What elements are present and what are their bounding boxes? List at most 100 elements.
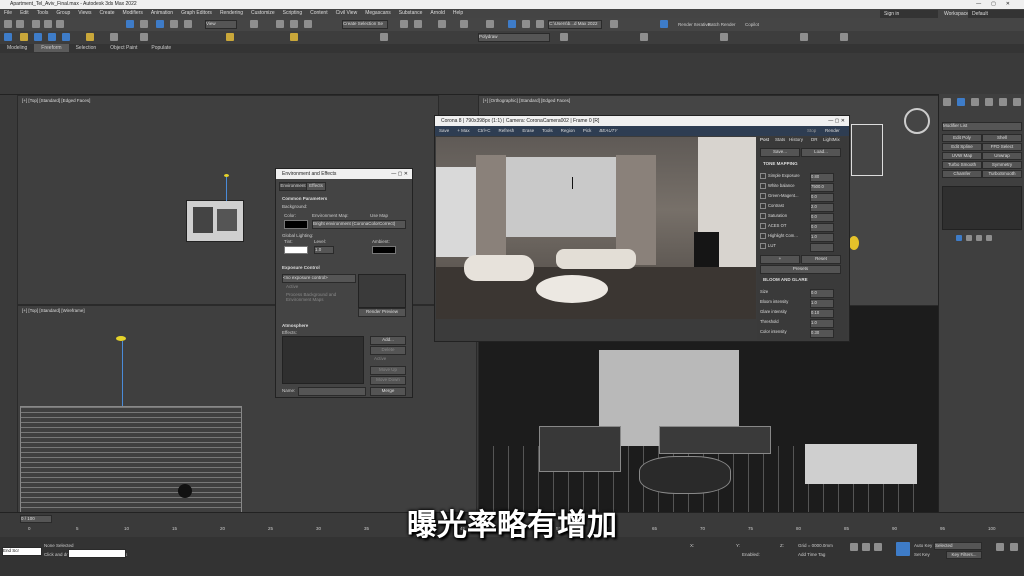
unwrap-button[interactable]: Unwrap: [982, 152, 1022, 160]
env-dialog-titlebar[interactable]: Environment and Effects — ▢ ✕: [276, 169, 412, 179]
effect-active-checkbox[interactable]: Active: [374, 356, 386, 361]
extra-tool-icon[interactable]: [840, 33, 848, 41]
viewport-label-orthographic[interactable]: [+] [Orthographic] [Standard] [Edged Fac…: [483, 98, 570, 103]
new-time-tag-icon[interactable]: [896, 542, 910, 556]
tm-value[interactable]: 0.0: [810, 223, 834, 232]
prev-frame-icon[interactable]: [862, 543, 870, 551]
workspace-dropdown[interactable]: Default: [968, 10, 1024, 18]
mirror-icon[interactable]: [400, 20, 408, 28]
reference-coord-dropdown[interactable]: View: [205, 20, 237, 29]
render-icon[interactable]: [610, 20, 618, 28]
vfb-stop-button[interactable]: Stop: [803, 126, 820, 135]
vfb-max-button[interactable]: + Max: [453, 126, 473, 135]
pan-icon[interactable]: [1010, 543, 1018, 551]
menu-views[interactable]: Views: [74, 9, 95, 17]
tint-color-swatch[interactable]: [284, 246, 308, 254]
menu-scripting[interactable]: Scripting: [279, 9, 306, 17]
bind-spacewarp-icon[interactable]: [56, 20, 64, 28]
add-effect-button[interactable]: Add...: [370, 336, 406, 345]
vfb-tools-button[interactable]: Tools: [538, 126, 557, 135]
utilities-tab-icon[interactable]: [1013, 98, 1021, 106]
modifier-list-dropdown[interactable]: Modifier List: [942, 122, 1022, 131]
menu-content[interactable]: Content: [306, 9, 332, 17]
common-parameters-header[interactable]: Common Parameters: [282, 196, 327, 201]
effects-list[interactable]: [282, 336, 364, 384]
shell-button[interactable]: Shell: [982, 134, 1022, 142]
shift-icon[interactable]: [86, 33, 94, 41]
vfb-titlebar[interactable]: Corona 8 | 790x398px (1:1) | Camera: Cor…: [435, 116, 849, 126]
extend-icon[interactable]: [48, 33, 56, 41]
modify-tab-icon[interactable]: [957, 98, 965, 106]
render-iterative-icon[interactable]: [660, 20, 668, 28]
push-pull-icon[interactable]: [110, 33, 118, 41]
render-preset-dropdown[interactable]: C:\Users\b...d Max 2022: [548, 20, 602, 29]
tm-value[interactable]: [810, 243, 834, 252]
menu-substance[interactable]: Substance: [395, 9, 427, 17]
effect-name-field[interactable]: [298, 387, 366, 396]
select-rotate-icon[interactable]: [170, 20, 178, 28]
stats-tab[interactable]: Stats: [775, 137, 785, 142]
background-color-swatch[interactable]: [284, 220, 308, 229]
named-selection-set-dropdown[interactable]: Create Selection Se: [342, 20, 388, 29]
curve-editor-icon[interactable]: [460, 20, 468, 28]
conform-icon[interactable]: [380, 33, 388, 41]
post-load-button[interactable]: Load...: [801, 148, 841, 157]
menu-create[interactable]: Create: [96, 9, 119, 17]
create-tab-icon[interactable]: [943, 98, 951, 106]
window-controls[interactable]: —▢✕: [976, 1, 1020, 7]
menu-edit[interactable]: Edit: [16, 9, 33, 17]
tm-value[interactable]: 0.0: [810, 193, 834, 202]
menu-help[interactable]: Help: [449, 9, 467, 17]
show-end-result-icon[interactable]: [966, 235, 972, 241]
step-build-icon[interactable]: [34, 33, 42, 41]
level-spinner[interactable]: 1.0: [314, 246, 334, 254]
batch-render-label[interactable]: Batch Render: [708, 22, 736, 27]
render-iterative-label[interactable]: Render Iterative: [678, 22, 710, 27]
ribbon-tab-selection[interactable]: Selection: [69, 44, 104, 52]
tm-row[interactable]: LUT: [760, 243, 844, 252]
material-editor-icon[interactable]: [486, 20, 494, 28]
bloom-row[interactable]: Threshold 1.0: [760, 319, 844, 328]
vfb-region-button[interactable]: Region: [557, 126, 579, 135]
key-filters-button[interactable]: Key Filters...: [946, 551, 982, 559]
tm-reset-button[interactable]: Reset: [801, 255, 841, 264]
settings-icon[interactable]: [800, 33, 808, 41]
viewport-label-top[interactable]: [+] [Top] [Standard] [Edged Faces]: [22, 98, 90, 103]
select-move-icon[interactable]: [156, 20, 164, 28]
exposure-active-checkbox[interactable]: Active: [286, 284, 298, 289]
bloom-row[interactable]: Bloom intensity 1.0: [760, 299, 844, 308]
remove-modifier-icon[interactable]: [986, 235, 992, 241]
paint-deform-icon[interactable]: [20, 33, 28, 41]
process-bg-checkbox[interactable]: Process Background and Environment Maps: [286, 292, 346, 302]
move-down-button[interactable]: Move Down: [370, 376, 406, 385]
tm-value[interactable]: 0.0: [810, 213, 834, 222]
dr-tab[interactable]: DR: [811, 137, 818, 142]
menu-rendering[interactable]: Rendering: [216, 9, 247, 17]
menu-group[interactable]: Group: [52, 9, 74, 17]
menu-arnold[interactable]: Arnold: [426, 9, 448, 17]
ribbon-tab-modeling[interactable]: Modeling: [0, 44, 34, 52]
relax-icon[interactable]: [140, 33, 148, 41]
tm-row[interactable]: Highlight Com... 1.0: [760, 233, 844, 242]
mirror-brush-icon[interactable]: [640, 33, 648, 41]
percent-snap-icon[interactable]: [304, 20, 312, 28]
polydraw-icon[interactable]: [4, 33, 12, 41]
bloom-row[interactable]: Glare intensity 0.10: [760, 309, 844, 318]
bloom-value[interactable]: 0.0: [810, 289, 834, 298]
select-object-icon[interactable]: [126, 20, 134, 28]
menu-tools[interactable]: Tools: [33, 9, 53, 17]
tm-value[interactable]: 0.80: [810, 173, 834, 182]
tm-value[interactable]: 7500.0: [810, 183, 834, 192]
render-setup-icon[interactable]: [508, 20, 516, 28]
sphere-icon[interactable]: [226, 33, 234, 41]
bloom-value[interactable]: 0.30: [810, 329, 834, 338]
noise-icon[interactable]: [290, 33, 298, 41]
vfb-channel-dropdown[interactable]: BEAUTY: [595, 126, 621, 135]
lightmix-tab[interactable]: LightMix: [823, 137, 840, 142]
tab-effects[interactable]: Effects: [306, 182, 326, 191]
ribbon-tab-populate[interactable]: Populate: [144, 44, 178, 52]
copilot-label[interactable]: Copilot: [745, 22, 759, 27]
vfb-save-button[interactable]: Save: [435, 126, 453, 135]
add-operator-button[interactable]: +: [760, 255, 800, 264]
menu-civil-view[interactable]: Civil View: [332, 9, 362, 17]
